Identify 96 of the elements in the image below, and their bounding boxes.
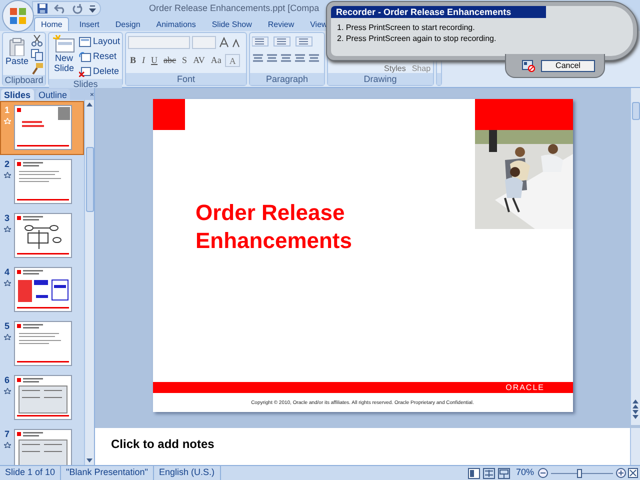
format-button[interactable]: abc xyxy=(162,54,178,66)
slide-thumbnail xyxy=(14,429,72,465)
format-button[interactable]: AV xyxy=(191,54,207,66)
redo-icon[interactable] xyxy=(72,3,83,14)
language[interactable]: English (U.S.) xyxy=(154,466,221,480)
format-button[interactable]: B xyxy=(128,54,138,66)
star-icon xyxy=(4,388,10,394)
zoom-level[interactable]: 70% xyxy=(516,466,534,480)
save-icon[interactable] xyxy=(37,3,48,14)
pane-tab[interactable]: Outline xyxy=(36,89,70,100)
ribbon-tab[interactable]: Slide Show xyxy=(206,17,258,31)
instruction-text: 1. Press PrintScreen to start recording. xyxy=(337,23,476,32)
ribbon-tab[interactable]: Design xyxy=(109,17,146,31)
format-button[interactable]: I xyxy=(140,54,148,66)
fit-window-icon[interactable] xyxy=(628,468,638,478)
styles-button[interactable]: Styles xyxy=(384,64,406,73)
slide-thumbnail xyxy=(14,213,72,258)
delete-button[interactable]: Delete xyxy=(79,65,120,79)
slide-sparkle-icon xyxy=(53,35,75,53)
slide-thumbnail xyxy=(14,321,72,366)
scroll-bar[interactable] xyxy=(84,100,94,465)
corner-square xyxy=(152,99,184,130)
slide-thumbnail xyxy=(14,105,72,150)
dropdown-caret-icon[interactable] xyxy=(89,4,96,12)
ribbon-tab[interactable]: Home xyxy=(34,17,70,31)
zoom-out-icon[interactable] xyxy=(538,468,548,478)
slide-reset-icon xyxy=(79,52,91,62)
slide-number: 4 xyxy=(4,267,10,277)
slide-count: Slide 1 of 10 xyxy=(0,466,62,480)
pane-tab[interactable]: Slides xyxy=(1,89,34,100)
delete-slide-icon xyxy=(79,67,91,77)
slide-number: 5 xyxy=(4,321,10,331)
group-label: Paragraph xyxy=(266,74,308,84)
format-button[interactable]: Aa xyxy=(208,54,224,66)
slide-thumbnail xyxy=(14,375,72,420)
ribbon-tab[interactable]: Insert xyxy=(73,17,106,31)
slide-thumbnail xyxy=(14,267,72,312)
list-buttons-icon[interactable] xyxy=(252,36,314,47)
zoom-slider-thumb[interactable] xyxy=(576,468,582,478)
cancel-button[interactable]: Cancel xyxy=(541,60,595,72)
star-icon xyxy=(4,118,10,124)
instruction-text: 2. Press PrintScreen again to stop recording. xyxy=(337,34,498,43)
scroll-thumb[interactable] xyxy=(632,102,640,120)
scroll-bar[interactable] xyxy=(630,88,640,425)
star-icon xyxy=(4,442,10,448)
oracle-logo: ORACLE xyxy=(506,383,544,392)
slide-number: 7 xyxy=(4,429,10,439)
group-label: Font xyxy=(177,74,196,84)
layout-icon xyxy=(79,37,91,47)
format-button[interactable]: S xyxy=(180,54,190,66)
format-button[interactable]: U xyxy=(149,54,160,66)
theme-name: "Blank Presentation" xyxy=(61,466,154,480)
paste-button[interactable]: Paste xyxy=(5,38,29,72)
font-color-button[interactable]: A xyxy=(225,54,240,66)
new-slide-button[interactable]: New Slide xyxy=(51,35,77,79)
slide-thumbnail-item[interactable]: 6 xyxy=(0,371,84,425)
page-arrows-icon[interactable] xyxy=(632,399,639,419)
ribbon-tab[interactable]: Review xyxy=(262,17,300,31)
slide-number: 6 xyxy=(4,375,10,385)
scissors-icon[interactable] xyxy=(31,35,43,47)
slide-thumbnail-item[interactable]: 4 xyxy=(0,263,84,317)
layout-button[interactable]: Layout xyxy=(79,35,120,49)
scroll-bar[interactable] xyxy=(630,428,640,465)
zoom-in-icon[interactable] xyxy=(616,468,626,478)
star-icon xyxy=(4,226,10,232)
slide-thumbnail-item[interactable]: 5 xyxy=(0,317,84,371)
slide-thumbnail-item[interactable]: 2 xyxy=(0,155,84,209)
slide-thumbnail xyxy=(14,159,72,204)
window-title: Order Release Enhancements.ppt [Compa xyxy=(149,2,320,15)
view-buttons-icon[interactable] xyxy=(468,468,510,478)
scroll-down-icon[interactable] xyxy=(86,458,93,463)
copy-icon[interactable] xyxy=(31,49,43,61)
shape-label: Shap xyxy=(412,64,431,73)
scroll-thumb[interactable] xyxy=(86,147,94,212)
undo-icon[interactable] xyxy=(54,3,66,14)
clipboard-icon xyxy=(9,38,25,56)
group-label: Slides xyxy=(73,79,98,90)
slide-thumbnail-item[interactable]: 3 xyxy=(0,209,84,263)
group-label: Clipboard xyxy=(4,75,44,86)
stop-recording-icon[interactable] xyxy=(522,60,535,72)
scroll-up-icon[interactable] xyxy=(86,102,93,107)
star-icon xyxy=(4,334,10,340)
slide-number: 1 xyxy=(4,105,10,115)
reset-button[interactable]: Reset xyxy=(79,50,120,64)
slide-thumbnail-item[interactable]: 7 xyxy=(0,425,84,465)
notes-prompt: Click to add notes xyxy=(111,437,214,451)
recorder-title: Recorder - Order Release Enhancements xyxy=(331,6,546,18)
brush-icon[interactable] xyxy=(31,63,43,75)
star-icon xyxy=(4,172,10,178)
group-label: Drawing xyxy=(364,74,397,84)
close-icon[interactable] xyxy=(90,91,94,98)
slide-number: 3 xyxy=(4,213,10,223)
slide-number: 2 xyxy=(4,159,10,169)
ribbon-tab[interactable]: Animations xyxy=(150,17,202,31)
slide-title: Order Release Enhancements xyxy=(196,199,353,255)
star-icon xyxy=(4,280,10,286)
